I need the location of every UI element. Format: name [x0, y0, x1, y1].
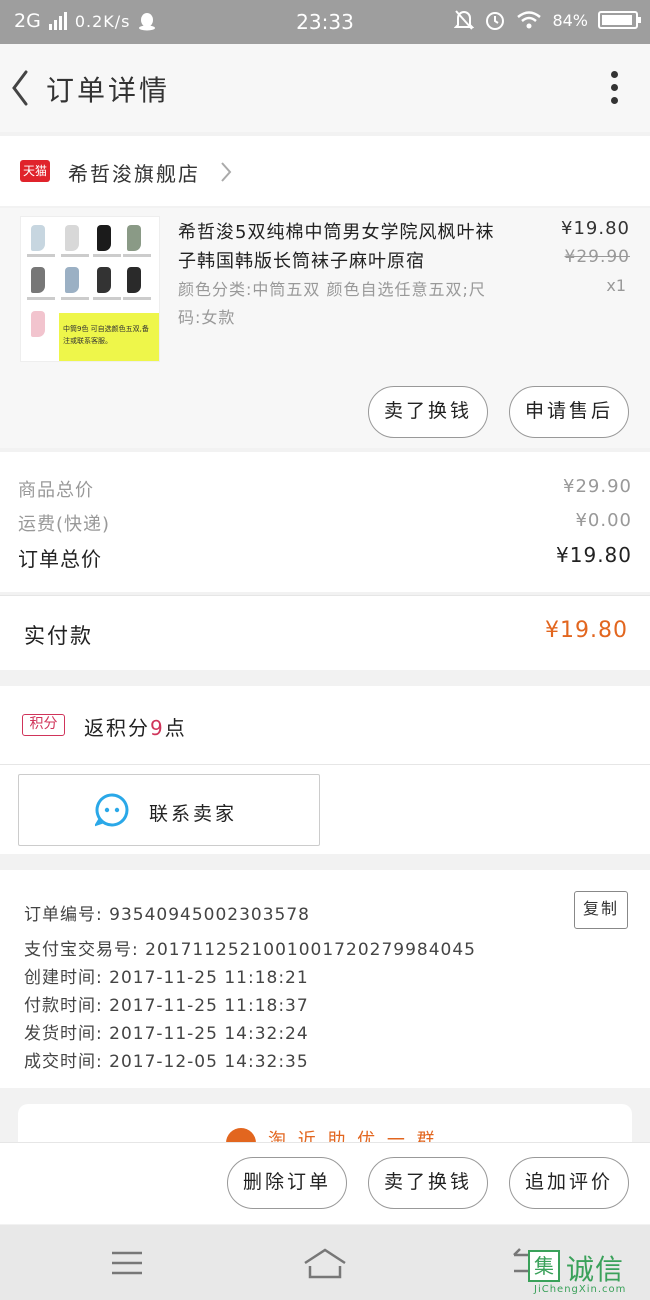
paid-row: 实付款 ¥19.80: [0, 595, 650, 670]
sock-caption: [123, 254, 151, 257]
back-icon[interactable]: [6, 66, 38, 110]
product-quantity: x1: [606, 276, 626, 295]
promo-banner[interactable]: 淘 近 助 优 一 群: [18, 1104, 632, 1144]
product-title[interactable]: 希哲浚5双纯棉中筒男女学院风枫叶袜子韩国韩版长筒袜子麻叶原宿: [178, 218, 508, 276]
chat-bubble-icon: [95, 793, 129, 827]
contact-seller-label: 联系卖家: [149, 803, 238, 825]
app-header: 订单详情: [0, 44, 650, 132]
sock-caption: [27, 297, 55, 300]
alarm-icon: [486, 12, 505, 30]
page-title: 订单详情: [46, 74, 171, 107]
sock-caption: [61, 297, 89, 300]
sock-caption: [93, 297, 121, 300]
add-review-button[interactable]: 追加评价: [509, 1157, 629, 1209]
shop-name[interactable]: 希哲浚旗舰店: [68, 158, 200, 187]
paid-time: 付款时间: 2017-11-25 11:18:37: [24, 996, 309, 1016]
product-price: ¥19.80: [561, 218, 630, 239]
watermark-url: JiChengXin.com: [534, 1284, 627, 1295]
goods-total-label: 商品总价: [18, 480, 94, 501]
points-text: 返积分9点: [84, 712, 187, 741]
points-row: 积分 返积分9点: [0, 686, 650, 764]
sock-image: [127, 267, 141, 293]
home-icon[interactable]: [300, 1243, 350, 1283]
shipping-row: 运费(快递) ¥0.00: [18, 510, 632, 536]
created-time: 创建时间: 2017-11-25 11:18:21: [24, 968, 309, 988]
order-number: 订单编号: 93540945002303578: [24, 905, 311, 925]
thumbnail-note: 中筒9色 可自选颜色五双,备注或联系客服。: [59, 313, 159, 361]
battery-percent: 84%: [552, 10, 588, 30]
tmall-badge: 天猫: [20, 160, 50, 182]
sell-for-cash-bottom-button[interactable]: 卖了换钱: [368, 1157, 488, 1209]
sock-image: [31, 225, 45, 251]
order-info: 订单编号: 93540945002303578 复制 支付宝交易号: 20171…: [0, 870, 650, 1088]
shop-row[interactable]: 天猫 希哲浚旗舰店: [0, 136, 650, 206]
bottom-action-bar: 删除订单 卖了换钱 追加评价: [0, 1142, 650, 1224]
sock-image: [97, 267, 111, 293]
paid-value: ¥19.80: [545, 618, 628, 643]
watermark-logo: 集: [528, 1250, 560, 1282]
chevron-right-icon: [221, 162, 232, 182]
sock-image: [31, 311, 45, 337]
status-right: 84%: [454, 9, 641, 31]
status-bar: 2G 0.2K/s 23:33 84%: [0, 0, 650, 44]
order-total-label: 订单总价: [18, 547, 102, 571]
sock-image: [65, 225, 79, 251]
after-sale-button[interactable]: 申请售后: [509, 386, 629, 438]
contact-section: 联系卖家: [0, 764, 650, 854]
sock-image: [65, 267, 79, 293]
shipped-time: 发货时间: 2017-11-25 14:32:24: [24, 1024, 309, 1044]
sell-for-cash-button[interactable]: 卖了换钱: [368, 386, 488, 438]
points-suffix: 点: [164, 716, 187, 740]
watermark-text: 诚信: [566, 1253, 625, 1286]
wifi-icon: [517, 11, 542, 29]
battery-icon: [598, 11, 641, 29]
sock-caption: [27, 254, 55, 257]
product-card[interactable]: 中筒9色 可自选颜色五双,备注或联系客服。 希哲浚5双纯棉中筒男女学院风枫叶袜子…: [0, 208, 650, 448]
paid-label: 实付款: [24, 624, 93, 648]
product-sku: 颜色分类:中筒五双 颜色自选任意五双;尺码:女款: [178, 280, 486, 327]
points-count: 9: [150, 716, 165, 740]
price-summary: 商品总价 ¥29.90 运费(快递) ¥0.00 订单总价 ¥19.80: [0, 452, 650, 592]
order-total-value: ¥19.80: [556, 543, 632, 567]
completed-time: 成交时间: 2017-12-05 14:32:35: [24, 1052, 309, 1072]
sock-image: [31, 267, 45, 293]
alipay-number: 支付宝交易号: 2017112521001001720279984045: [24, 940, 476, 960]
sock-image: [97, 225, 111, 251]
contact-seller-button[interactable]: 联系卖家: [18, 774, 320, 846]
goods-total-row: 商品总价 ¥29.90: [18, 476, 632, 502]
shipping-value: ¥0.00: [575, 510, 632, 531]
sock-caption: [93, 254, 121, 257]
points-prefix: 返积分: [84, 716, 150, 740]
more-vertical-icon[interactable]: [608, 68, 620, 108]
sock-caption: [123, 297, 151, 300]
delete-order-button[interactable]: 删除订单: [227, 1157, 347, 1209]
site-watermark: 集 诚信 JiChengXin.com: [528, 1246, 646, 1298]
sock-image: [127, 225, 141, 251]
sock-caption: [61, 254, 89, 257]
points-badge: 积分: [22, 714, 65, 736]
menu-icon[interactable]: [102, 1243, 152, 1283]
mute-bell-icon: [454, 10, 475, 30]
product-thumbnail[interactable]: 中筒9色 可自选颜色五双,备注或联系客服。: [20, 216, 160, 362]
shipping-label: 运费(快递): [18, 514, 111, 535]
copy-button[interactable]: 复制: [574, 891, 628, 929]
product-original-price: ¥29.90: [564, 247, 630, 267]
goods-total-value: ¥29.90: [563, 476, 632, 497]
order-total-row: 订单总价 ¥19.80: [18, 543, 632, 572]
